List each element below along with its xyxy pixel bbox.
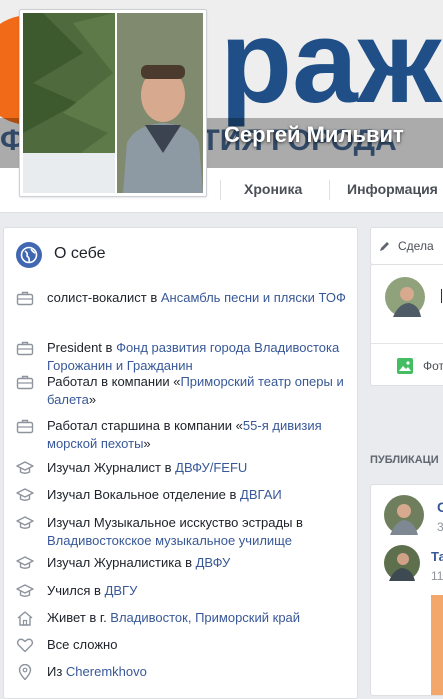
briefcase-icon [16, 340, 34, 356]
graduation-cap-icon [16, 515, 34, 531]
intro-item-prefix: Изучал Музыкальное исскуство эстрады в [47, 515, 303, 530]
composer-avatar [385, 277, 425, 317]
intro-item-link[interactable]: ДВГАИ [240, 487, 282, 502]
divider [371, 343, 443, 344]
intro-item-suffix: » [88, 392, 97, 407]
intro-item-suffix: » [143, 436, 151, 451]
intro-item-prefix: Живет в г. [47, 610, 111, 625]
location-pin-icon [16, 663, 34, 681]
intro-item-text: Учился в ДВГУ [47, 582, 347, 600]
intro-item-prefix: Работал старшина в компании « [47, 418, 243, 433]
intro-item-text: Живет в г. Владивосток, Приморский край [47, 609, 347, 627]
graduation-cap-icon [16, 460, 34, 476]
heart-icon [16, 637, 34, 653]
tab-timeline[interactable]: Хроника [230, 168, 316, 211]
intro-item-link[interactable]: ДВФУ [196, 555, 231, 570]
intro-item-text: Изучал Музыкальное исскуство эстрады в В… [47, 514, 347, 550]
graduation-cap-icon [16, 555, 34, 571]
create-post-bar[interactable]: Сдела [370, 227, 443, 265]
graduation-cap-icon [16, 487, 34, 503]
composer-card: Фот [370, 264, 443, 386]
tab-divider [329, 180, 330, 200]
shared-author-name[interactable]: Та [431, 549, 443, 564]
intro-item-link[interactable]: Владивостокское музыкальное училище [47, 533, 292, 548]
intro-item-text: Изучал Вокальное отделение в ДВГАИ [47, 486, 347, 504]
globe-icon [16, 242, 42, 268]
intro-item-link[interactable]: Cheremkhovo [66, 664, 147, 679]
post-card: С 3 Та 11 [370, 484, 443, 696]
intro-item-text: Из Cheremkhovo [47, 663, 347, 681]
shared-author-avatar[interactable] [384, 545, 420, 581]
intro-item-prefix: Изучал Журналист в [47, 460, 176, 475]
intro-item-prefix: Изучал Журналистика в [47, 555, 196, 570]
intro-item-prefix: Учился в [47, 583, 105, 598]
intro-item-link[interactable]: Ансамбль песни и пляски ТОФ [161, 290, 346, 305]
composer-cursor [441, 289, 442, 303]
intro-item-link[interactable]: ДВФУ/FEFU [175, 460, 247, 475]
profile-photo-image [23, 13, 203, 193]
briefcase-icon [16, 418, 34, 434]
home-icon [16, 610, 34, 626]
post-author-name[interactable]: С [437, 499, 443, 515]
intro-item-text: Все сложно [47, 636, 347, 654]
photo-icon [397, 358, 413, 374]
profile-name[interactable]: Сергей Мильвит [224, 122, 404, 148]
post-timestamp[interactable]: 3 [437, 520, 443, 534]
intro-item-prefix: President в [47, 340, 117, 355]
intro-item-text: солист-вокалист в Ансамбль песни и пляск… [47, 289, 347, 307]
intro-item-text: Работал в компании «Приморский театр опе… [47, 373, 347, 409]
post-image[interactable] [431, 595, 443, 695]
shared-timestamp[interactable]: 11 [431, 569, 443, 583]
intro-title: О себе [54, 245, 106, 262]
intro-item-text: President в Фонд развития города Владиво… [47, 339, 347, 375]
profile-picture[interactable] [19, 9, 207, 197]
intro-item-prefix: солист-вокалист в [47, 290, 161, 305]
briefcase-icon [16, 374, 34, 390]
create-post-label: Сдела [398, 239, 434, 253]
pencil-icon [380, 242, 389, 251]
intro-item-text: Изучал Журналистика в ДВФУ [47, 554, 347, 572]
intro-item-text: Изучал Журналист в ДВФУ/FEFU [47, 459, 347, 477]
post-author-avatar[interactable] [384, 495, 424, 535]
intro-card: О себе солист-вокалист в Ансамбль песни … [3, 227, 358, 699]
publications-header: ПУБЛИКАЦИ [370, 454, 439, 466]
svg-text:раж: раж [220, 0, 443, 128]
tab-divider [220, 180, 221, 200]
intro-item-prefix: Изучал Вокальное отделение в [47, 487, 241, 502]
graduation-cap-icon [16, 583, 34, 599]
intro-item-prefix: Из [47, 664, 66, 679]
intro-item-prefix: Все сложно [47, 637, 118, 652]
intro-item-prefix: Работал в компании « [47, 374, 181, 389]
intro-item-link[interactable]: Владивосток, Приморский край [110, 610, 300, 625]
briefcase-icon [16, 290, 34, 306]
intro-item-text: Работал старшина в компании «55-я дивизи… [47, 417, 347, 453]
photo-button-label: Фот [423, 359, 443, 373]
tab-info[interactable]: Информация [333, 168, 443, 211]
intro-item-link[interactable]: ДВГУ [105, 583, 138, 598]
